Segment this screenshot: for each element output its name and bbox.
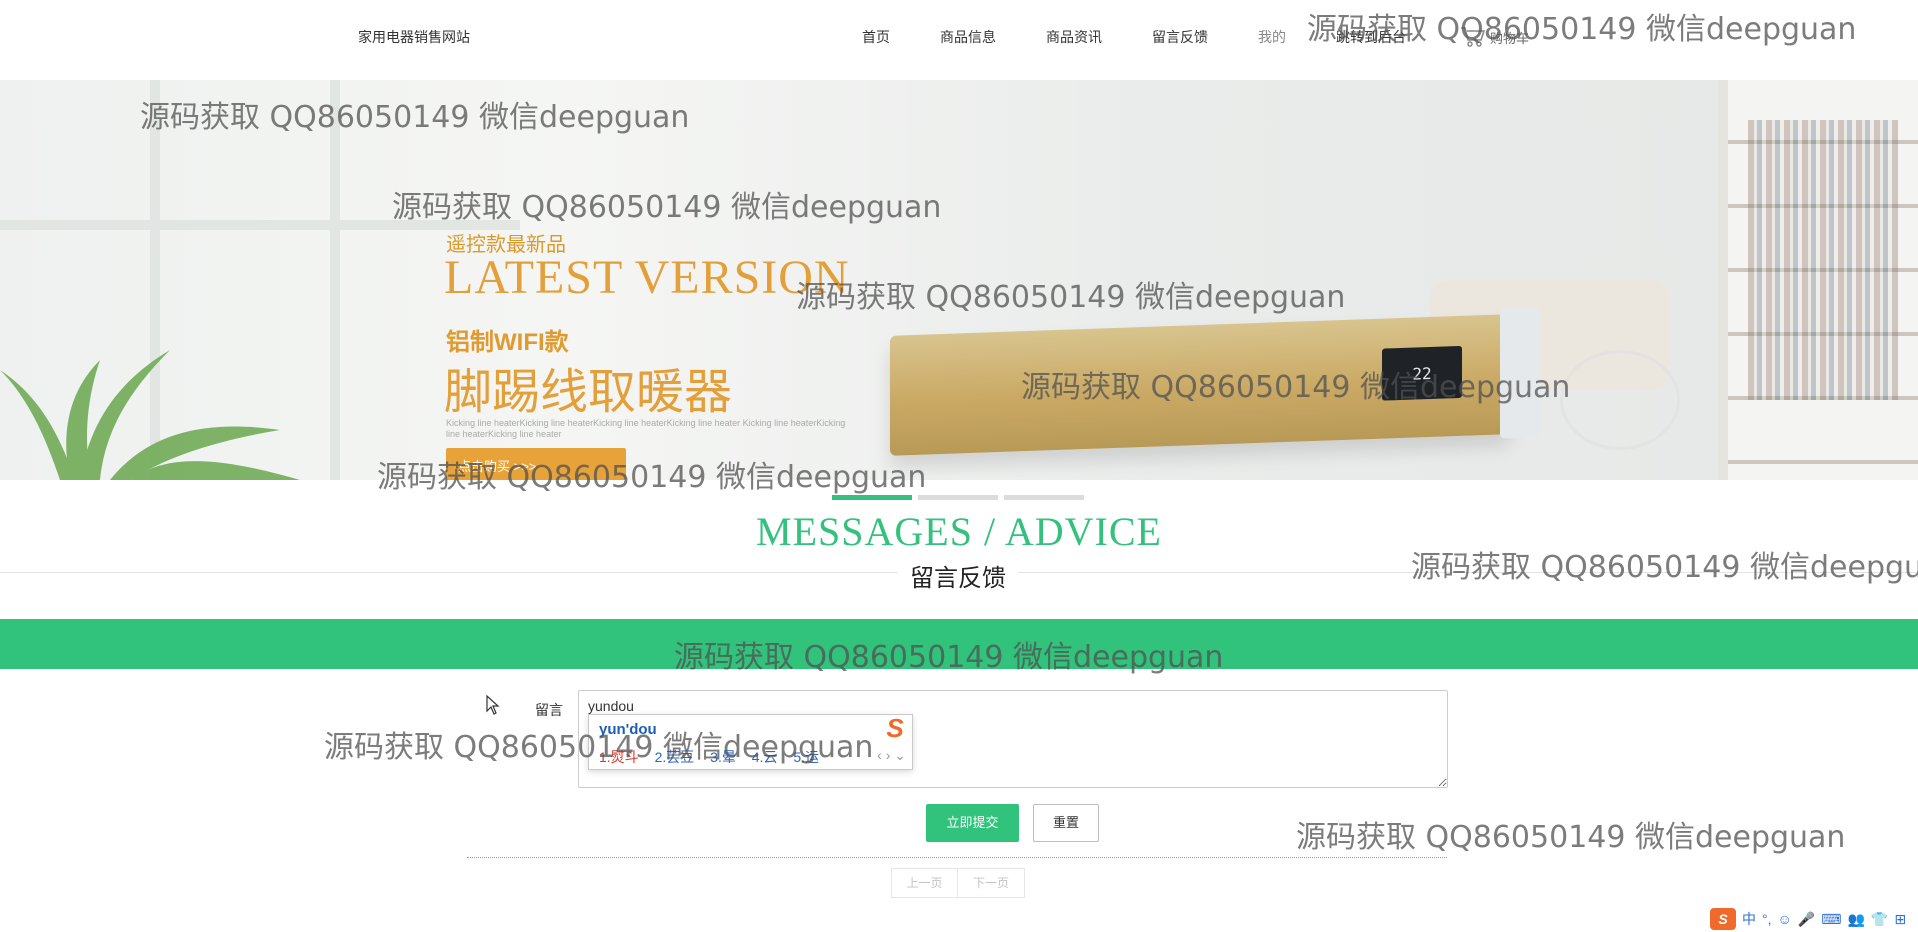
ime-pinyin: yun'dou (599, 721, 657, 738)
heater-display: 22 (1382, 345, 1462, 401)
ime-skin-icon[interactable]: 👕 (1871, 911, 1888, 928)
pagination: 上一页 下一页 (891, 868, 1025, 898)
ime-emoji-icon[interactable]: ☺ (1778, 911, 1792, 927)
banner-plant (0, 350, 300, 480)
hero-banner[interactable]: 22 遥控款最新品 LATEST VERSION 铝制WIFI款 脚踢线取暖器 … (0, 80, 1918, 480)
nav-news[interactable]: 商品资讯 (1046, 27, 1102, 47)
ime-mode-icon[interactable]: 中 (1742, 909, 1756, 929)
site-brand[interactable]: 家用电器销售网站 (358, 27, 470, 47)
ime-candidates: 1.熨斗 2.芸豆 3.晕 4.云 5.运 (599, 747, 831, 767)
ime-candidate-4[interactable]: 4.云 (752, 749, 778, 765)
next-page-button[interactable]: 下一页 (958, 868, 1025, 898)
ime-candidate-3[interactable]: 3.晕 (710, 749, 736, 765)
carousel-indicator-3[interactable] (1004, 495, 1084, 500)
cart-icon (1461, 27, 1486, 47)
ime-keyboard-icon[interactable]: ⌨ (1821, 911, 1841, 928)
mouse-cursor-icon (486, 695, 500, 715)
ime-punct-icon[interactable]: °, (1762, 911, 1772, 927)
ime-users-icon[interactable]: 👥 (1847, 911, 1864, 928)
ime-menu-icon[interactable]: ⊞ (1894, 911, 1906, 928)
submit-button[interactable]: 立即提交 (926, 804, 1019, 842)
ime-candidate-1[interactable]: 1.熨斗 (599, 749, 639, 765)
banner-bookshelf (1718, 80, 1918, 480)
nav-admin[interactable]: 跳转到后台 (1336, 27, 1406, 47)
cart-label: 购物车 (1490, 30, 1530, 46)
nav-home[interactable]: 首页 (862, 27, 890, 47)
ime-candidate-2[interactable]: 2.芸豆 (655, 749, 695, 765)
main-nav: 首页 商品信息 商品资讯 留言反馈 我的 跳转到后台 (862, 27, 1456, 47)
sogou-toolbar-icon[interactable]: S (1710, 908, 1736, 930)
ime-toolbar[interactable]: S 中 °, ☺ 🎤 ⌨ 👥 👕 ⊞ (1710, 906, 1918, 932)
section-title-cn: 留言反馈 (898, 558, 1018, 593)
reset-button[interactable]: 重置 (1033, 804, 1099, 842)
form-divider (467, 857, 1447, 858)
cart-link[interactable]: 购物车 (1460, 26, 1529, 48)
ime-page-arrows[interactable]: ‹ › ⌄ (877, 747, 906, 764)
section-title-en: MESSAGES / ADVICE (756, 509, 1162, 554)
promo-title: LATEST VERSION (444, 251, 850, 304)
nav-feedback[interactable]: 留言反馈 (1152, 27, 1208, 47)
nav-products[interactable]: 商品信息 (940, 27, 996, 47)
carousel-indicator-1[interactable] (832, 495, 912, 500)
prev-page-button[interactable]: 上一页 (891, 868, 958, 898)
carousel-indicator-2[interactable] (918, 495, 998, 500)
watermark: 源码获取 QQ86050149 微信deepguan (1296, 820, 1846, 855)
ime-voice-icon[interactable]: 🎤 (1798, 911, 1815, 928)
ime-candidate-5[interactable]: 5.运 (793, 749, 819, 765)
carousel-indicators (832, 495, 1084, 500)
promo-line-3: 脚踢线取暖器 (444, 366, 733, 419)
ime-candidate-popup[interactable]: yun'dou 1.熨斗 2.芸豆 3.晕 4.云 5.运 ‹ › ⌄ S (588, 713, 913, 770)
banner-table (1560, 350, 1680, 450)
promo-fine-print: Kicking line heaterKicking line heaterKi… (446, 418, 846, 439)
message-label: 留言 (535, 702, 563, 718)
promo-buy-button[interactable]: 点击购买 >>> (446, 448, 626, 480)
section-banner-bar (0, 619, 1918, 669)
banner-heater-image: 22 (890, 307, 1540, 456)
site-header: 家用电器销售网站 首页 商品信息 商品资讯 留言反馈 我的 跳转到后台 购物车 (0, 0, 1918, 80)
nav-mine[interactable]: 我的 (1258, 27, 1286, 47)
sogou-logo-icon: S (886, 713, 904, 743)
